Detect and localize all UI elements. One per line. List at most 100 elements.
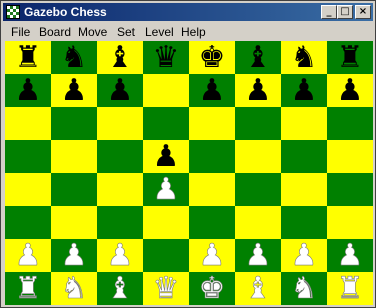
black-bishop-icon[interactable]: ♝ (245, 41, 272, 74)
square-d6[interactable] (143, 107, 189, 140)
square-b6[interactable] (51, 107, 97, 140)
menu-set[interactable]: Set (117, 25, 135, 39)
square-c5[interactable] (97, 140, 143, 173)
square-f5[interactable] (235, 140, 281, 173)
square-g8[interactable]: ♞ (281, 41, 327, 74)
square-e1[interactable]: ♚ (189, 272, 235, 305)
square-h4[interactable] (327, 173, 373, 206)
black-pawn-icon[interactable]: ♟ (107, 74, 134, 107)
square-c3[interactable] (97, 206, 143, 239)
title-bar[interactable]: Gazebo Chess _ □ × (3, 3, 373, 21)
square-c2[interactable]: ♟ (97, 239, 143, 272)
square-e6[interactable] (189, 107, 235, 140)
square-d8[interactable]: ♛ (143, 41, 189, 74)
black-rook-icon[interactable]: ♜ (337, 41, 364, 74)
square-c4[interactable] (97, 173, 143, 206)
square-e4[interactable] (189, 173, 235, 206)
white-rook-icon[interactable]: ♜ (14, 272, 42, 306)
square-h1[interactable]: ♜ (327, 272, 373, 305)
square-h3[interactable] (327, 206, 373, 239)
white-pawn-icon[interactable]: ♟ (244, 239, 272, 273)
square-g7[interactable]: ♟ (281, 74, 327, 107)
square-a7[interactable]: ♟ (5, 74, 51, 107)
square-b5[interactable] (51, 140, 97, 173)
white-pawn-icon[interactable]: ♟ (336, 239, 364, 273)
white-king-icon[interactable]: ♚ (198, 272, 226, 306)
menu-file[interactable]: File (11, 25, 30, 39)
menu-board[interactable]: Board (39, 25, 71, 39)
minimize-button[interactable]: _ (321, 5, 337, 19)
black-pawn-icon[interactable]: ♟ (61, 74, 88, 107)
square-h7[interactable]: ♟ (327, 74, 373, 107)
square-a5[interactable] (5, 140, 51, 173)
white-pawn-icon[interactable]: ♟ (60, 239, 88, 273)
square-c6[interactable] (97, 107, 143, 140)
square-h5[interactable] (327, 140, 373, 173)
square-h2[interactable]: ♟ (327, 239, 373, 272)
square-a3[interactable] (5, 206, 51, 239)
square-c8[interactable]: ♝ (97, 41, 143, 74)
black-king-icon[interactable]: ♚ (199, 41, 226, 74)
white-pawn-icon[interactable]: ♟ (14, 239, 42, 273)
square-d3[interactable] (143, 206, 189, 239)
square-b2[interactable]: ♟ (51, 239, 97, 272)
square-a8[interactable]: ♜ (5, 41, 51, 74)
close-button[interactable]: × (355, 5, 371, 19)
square-a4[interactable] (5, 173, 51, 206)
square-c1[interactable]: ♝ (97, 272, 143, 305)
square-g2[interactable]: ♟ (281, 239, 327, 272)
black-queen-icon[interactable]: ♛ (153, 41, 180, 74)
square-a2[interactable]: ♟ (5, 239, 51, 272)
square-b4[interactable] (51, 173, 97, 206)
black-pawn-icon[interactable]: ♟ (199, 74, 226, 107)
square-g6[interactable] (281, 107, 327, 140)
white-pawn-icon[interactable]: ♟ (290, 239, 318, 273)
square-f4[interactable] (235, 173, 281, 206)
square-f2[interactable]: ♟ (235, 239, 281, 272)
black-rook-icon[interactable]: ♜ (15, 41, 42, 74)
black-pawn-icon[interactable]: ♟ (337, 74, 364, 107)
white-bishop-icon[interactable]: ♝ (106, 272, 134, 306)
white-pawn-icon[interactable]: ♟ (198, 239, 226, 273)
square-d2[interactable] (143, 239, 189, 272)
white-queen-icon[interactable]: ♛ (152, 272, 180, 306)
square-a6[interactable] (5, 107, 51, 140)
white-knight-icon[interactable]: ♞ (60, 272, 88, 306)
square-e5[interactable] (189, 140, 235, 173)
square-e3[interactable] (189, 206, 235, 239)
menu-move[interactable]: Move (78, 25, 107, 39)
white-rook-icon[interactable]: ♜ (336, 272, 364, 306)
square-b7[interactable]: ♟ (51, 74, 97, 107)
maximize-button[interactable]: □ (337, 5, 353, 19)
square-f3[interactable] (235, 206, 281, 239)
square-d1[interactable]: ♛ (143, 272, 189, 305)
white-pawn-icon[interactable]: ♟ (152, 173, 180, 207)
square-g4[interactable] (281, 173, 327, 206)
square-f8[interactable]: ♝ (235, 41, 281, 74)
black-knight-icon[interactable]: ♞ (291, 41, 318, 74)
square-g5[interactable] (281, 140, 327, 173)
black-pawn-icon[interactable]: ♟ (153, 140, 180, 173)
square-g3[interactable] (281, 206, 327, 239)
square-e7[interactable]: ♟ (189, 74, 235, 107)
square-a1[interactable]: ♜ (5, 272, 51, 305)
square-f6[interactable] (235, 107, 281, 140)
square-h6[interactable] (327, 107, 373, 140)
black-pawn-icon[interactable]: ♟ (245, 74, 272, 107)
square-f1[interactable]: ♝ (235, 272, 281, 305)
square-h8[interactable]: ♜ (327, 41, 373, 74)
square-f7[interactable]: ♟ (235, 74, 281, 107)
square-g1[interactable]: ♞ (281, 272, 327, 305)
black-knight-icon[interactable]: ♞ (61, 41, 88, 74)
black-pawn-icon[interactable]: ♟ (15, 74, 42, 107)
menu-help[interactable]: Help (181, 25, 206, 39)
square-d7[interactable] (143, 74, 189, 107)
black-bishop-icon[interactable]: ♝ (107, 41, 134, 74)
square-d4[interactable]: ♟ (143, 173, 189, 206)
white-pawn-icon[interactable]: ♟ (106, 239, 134, 273)
square-e2[interactable]: ♟ (189, 239, 235, 272)
square-b1[interactable]: ♞ (51, 272, 97, 305)
square-b3[interactable] (51, 206, 97, 239)
square-c7[interactable]: ♟ (97, 74, 143, 107)
black-pawn-icon[interactable]: ♟ (291, 74, 318, 107)
